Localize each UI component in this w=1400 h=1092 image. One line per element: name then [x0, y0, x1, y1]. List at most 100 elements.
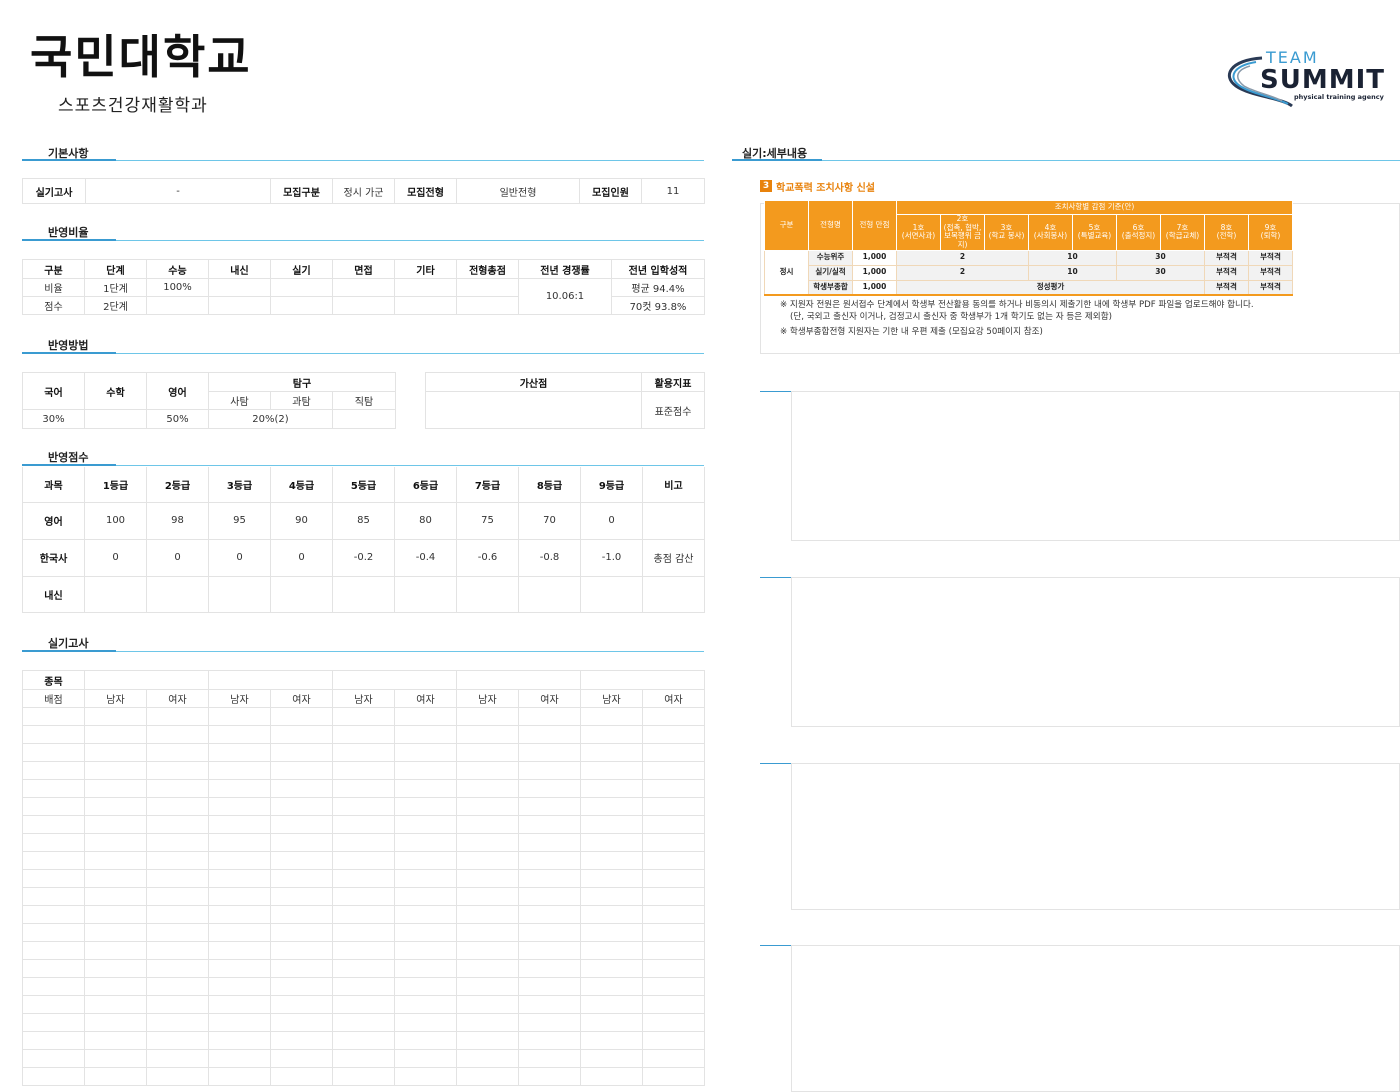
practical-empty-cell: [580, 1049, 643, 1068]
indicator-header: 활용지표: [641, 372, 705, 392]
practical-empty-cell: [332, 815, 395, 834]
practical-event-cell: [580, 670, 705, 690]
ratio-cell: 100%: [146, 278, 209, 297]
section-practical-heading: 실기고사: [48, 637, 89, 650]
ratio-cell: [270, 296, 333, 315]
practical-empty-cell: [332, 743, 395, 762]
practical-empty-cell: [208, 797, 271, 816]
practical-empty-cell: [518, 869, 581, 888]
ratio-header: 내신: [208, 259, 271, 279]
score-cell: [642, 501, 705, 540]
practical-empty-cell: [332, 1049, 395, 1068]
practical-empty-row: [22, 941, 705, 960]
section-divider: [22, 464, 704, 466]
score-cell: [332, 575, 395, 613]
practical-empty-cell: [84, 761, 147, 780]
practical-empty-cell: [332, 1013, 395, 1032]
penalty-value: 부적격: [1204, 264, 1249, 281]
practical-empty-cell: [332, 707, 395, 726]
practical-empty-cell: [84, 923, 147, 942]
practical-empty-cell: [332, 887, 395, 906]
penalty-value: 30: [1116, 264, 1205, 281]
score-header: 2등급: [146, 467, 209, 503]
practical-male: 남자: [332, 689, 395, 708]
practical-empty-cell: [580, 905, 643, 924]
practical-empty-cell: [22, 869, 85, 888]
score-cell: [84, 575, 147, 613]
practical-empty-cell: [642, 833, 705, 852]
notice-note: ※ 지원자 전원은 원서접수 단계에서 학생부 전산활용 동의를 하거나 비동의…: [780, 300, 1254, 310]
practical-empty-cell: [332, 941, 395, 960]
ratio-header: 전년 입학성적: [611, 259, 705, 279]
practical-empty-cell: [580, 1067, 643, 1086]
practical-empty-cell: [84, 707, 147, 726]
practical-empty-row: [22, 851, 705, 870]
practical-empty-cell: [580, 797, 643, 816]
practical-empty-cell: [270, 941, 333, 960]
ratio-header: 기타: [394, 259, 457, 279]
practical-empty-cell: [642, 797, 705, 816]
practical-empty-cell: [84, 851, 147, 870]
practical-empty-cell: [22, 995, 85, 1014]
practical-empty-cell: [22, 725, 85, 744]
practical-empty-cell: [84, 779, 147, 798]
penalty-col: 7호 (학급교체): [1160, 214, 1205, 251]
practical-empty-row: [22, 905, 705, 924]
detail-frame: [791, 763, 1400, 910]
penalty-header: 전형 만점: [852, 200, 897, 251]
penalty-table: 구분 전형명 전형 만점 조치사항별 감점 기준(안) 1호 (서면사과) 2호(…: [764, 200, 1293, 296]
practical-empty-cell: [208, 743, 271, 762]
section-divider: [22, 159, 704, 161]
practical-male: 남자: [456, 689, 519, 708]
practical-empty-cell: [642, 707, 705, 726]
practical-empty-cell: [580, 761, 643, 780]
practical-empty-cell: [580, 995, 643, 1014]
practical-empty-cell: [84, 725, 147, 744]
ratio-table: 구분 단계 수능 내신 실기 면접 기타 전형총점 전년 경쟁률 전년 입학성적…: [22, 259, 705, 315]
practical-empty-cell: [642, 851, 705, 870]
method-table: 국어 수학 영어 탐구 사탐 과탐 직탐 30% 50% 20%(2): [22, 372, 396, 429]
practical-empty-cell: [270, 923, 333, 942]
practical-empty-cell: [84, 743, 147, 762]
penalty-col: 6호 (출석정지): [1116, 214, 1161, 251]
score-table: 과목 1등급 2등급 3등급 4등급 5등급 6등급 7등급 8등급 9등급 비…: [22, 467, 705, 613]
practical-empty-cell: [84, 995, 147, 1014]
practical-empty-cell: [642, 995, 705, 1014]
ratio-cell: [332, 296, 395, 315]
practical-empty-cell: [394, 941, 457, 960]
practical-empty-cell: [518, 815, 581, 834]
practical-empty-cell: [394, 959, 457, 978]
practical-empty-cell: [22, 779, 85, 798]
logo-tagline: physical training agency: [1294, 93, 1385, 101]
practical-empty-cell: [580, 923, 643, 942]
practical-empty-row: [22, 977, 705, 996]
score-cell: [456, 575, 519, 613]
practical-empty-cell: [22, 1013, 85, 1032]
practical-empty-cell: [518, 923, 581, 942]
practical-empty-cell: [22, 977, 85, 996]
practical-empty-cell: [270, 959, 333, 978]
score-cell: 95: [208, 501, 271, 540]
penalty-header: 조치사항별 감점 기준(안): [896, 200, 1293, 215]
practical-empty-cell: [146, 779, 209, 798]
practical-empty-cell: [270, 743, 333, 762]
practical-empty-cell: [270, 977, 333, 996]
ratio-cell: 1단계: [84, 278, 147, 297]
score-cell: [642, 575, 705, 613]
ratio-cell: 점수: [22, 296, 85, 315]
ratio-cell: 비율: [22, 278, 85, 297]
practical-female: 여자: [146, 689, 209, 708]
practical-empty-cell: [22, 1067, 85, 1086]
penalty-col: 1호 (서면사과): [896, 214, 941, 251]
practical-empty-cell: [84, 977, 147, 996]
basic-info-table: 실기고사 - 모집구분 정시 가군 모집전형 일반전형 모집인원 11: [22, 178, 705, 204]
practical-empty-row: [22, 1049, 705, 1068]
penalty-value: 2: [896, 264, 1029, 281]
practical-empty-cell: [84, 833, 147, 852]
practical-empty-cell: [22, 941, 85, 960]
practical-empty-cell: [580, 1031, 643, 1050]
section-method-heading: 반영방법: [48, 339, 89, 352]
practical-empty-row: [22, 869, 705, 888]
practical-empty-cell: [22, 833, 85, 852]
practical-empty-cell: [518, 941, 581, 960]
